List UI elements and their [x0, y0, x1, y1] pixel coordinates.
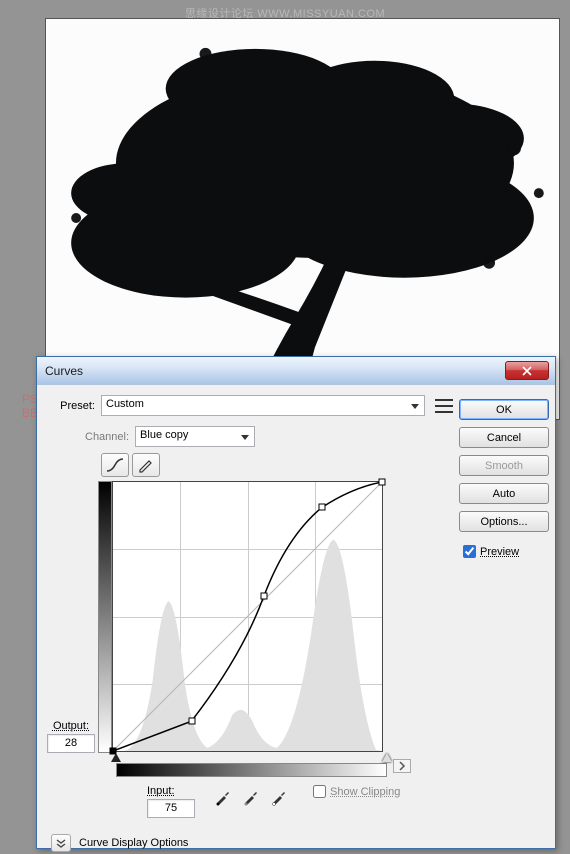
chevron-right-icon [398, 761, 406, 771]
smooth-button[interactable]: Smooth [459, 455, 549, 476]
channel-dropdown[interactable]: Blue copy [135, 426, 255, 447]
input-slider[interactable] [116, 755, 387, 761]
curves-dialog: Curves Preset: Custom Channel: Blue copy [36, 356, 556, 849]
eyedropper-icon [270, 788, 288, 806]
preview-label: Preview [480, 546, 519, 558]
horizontal-gradient [116, 763, 387, 777]
eyedropper-icon [242, 788, 260, 806]
curve-point[interactable] [318, 504, 325, 511]
pencil-tool-button[interactable] [132, 453, 160, 477]
curve-line [113, 482, 382, 751]
curve-display-toggle[interactable] [51, 834, 71, 852]
expand-right-button[interactable] [393, 759, 411, 773]
curves-graph[interactable] [112, 481, 383, 752]
close-icon [522, 366, 532, 376]
input-label: Input: [147, 785, 195, 797]
preview-checkbox[interactable] [463, 545, 476, 558]
pencil-icon [137, 457, 155, 473]
black-point-eyedropper[interactable] [211, 785, 235, 809]
channel-label: Channel: [85, 431, 129, 443]
chevron-down-double-icon [56, 838, 66, 848]
auto-button[interactable]: Auto [459, 483, 549, 504]
curve-point[interactable] [189, 718, 196, 725]
close-button[interactable] [505, 361, 549, 380]
options-button[interactable]: Options... [459, 511, 549, 532]
preset-label: Preset: [47, 400, 95, 412]
input-input[interactable]: 75 [147, 799, 195, 818]
curve-tool-button[interactable] [101, 453, 129, 477]
cancel-button[interactable]: Cancel [459, 427, 549, 448]
show-clipping-label: Show Clipping [330, 786, 400, 798]
dialog-title: Curves [45, 364, 505, 378]
output-label: Output: [53, 720, 89, 732]
preset-dropdown[interactable]: Custom [101, 395, 425, 416]
white-point-eyedropper[interactable] [267, 785, 291, 809]
curve-display-options-label: Curve Display Options [79, 837, 188, 849]
curve-tool-icon [106, 457, 124, 473]
ok-button[interactable]: OK [459, 399, 549, 420]
curve-point[interactable] [379, 479, 386, 486]
gray-point-eyedropper[interactable] [239, 785, 263, 809]
preset-menu-icon[interactable] [435, 399, 453, 413]
dialog-titlebar[interactable]: Curves [37, 357, 555, 385]
show-clipping-checkbox[interactable] [313, 785, 326, 798]
curve-point[interactable] [260, 593, 267, 600]
output-input[interactable]: 28 [47, 734, 95, 753]
eyedropper-icon [214, 788, 232, 806]
vertical-gradient [98, 481, 112, 753]
